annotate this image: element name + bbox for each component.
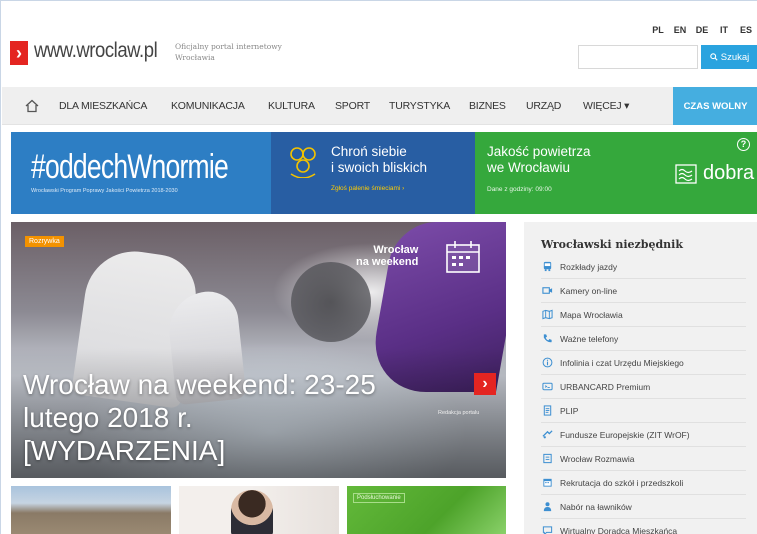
map-icon xyxy=(541,309,553,321)
phone-icon xyxy=(541,333,553,345)
nav-turystyka[interactable]: TURYSTYKA xyxy=(389,100,450,112)
people-icon xyxy=(290,147,316,178)
thumb-person-image xyxy=(231,490,273,534)
nav-wiecej[interactable]: WIĘCEJ ▾ xyxy=(583,100,629,112)
sidebar-item-label: Ważne telefony xyxy=(560,333,619,344)
weekend-label-line-1: Wrocław xyxy=(373,244,419,256)
hero-article[interactable]: Rozrywka Wrocław na weekend Wrocław na w… xyxy=(11,222,506,478)
logo-mark[interactable]: › xyxy=(10,41,28,65)
air-quality-status: dobra xyxy=(703,162,755,184)
sidebar-item-label: URBANCARD Premium xyxy=(560,381,651,392)
chat-doc-icon xyxy=(541,453,553,465)
weekend-label-line-2: na weekend xyxy=(356,256,419,268)
card-icon xyxy=(541,381,553,393)
sidebar-item-kamery[interactable]: Kamery on-line xyxy=(541,279,746,303)
sidebar-item-urbancard[interactable]: URBANCARD Premium xyxy=(541,375,746,399)
air-wave-icon xyxy=(675,164,697,184)
nav-urzad[interactable]: URZĄD xyxy=(526,100,561,112)
campaign-hashtag: #oddechWnormie xyxy=(31,148,229,186)
site-logo-text[interactable]: www.wroclaw.pl xyxy=(34,39,158,63)
category-badge[interactable]: Rozrywka xyxy=(25,236,64,247)
air-quality-panel[interactable]: Jakość powietrza we Wrocławiu Dane z god… xyxy=(475,132,757,214)
lang-pl[interactable]: PL xyxy=(647,25,669,35)
help-icon[interactable]: ? xyxy=(737,138,750,151)
next-slide-button[interactable]: › xyxy=(474,373,496,395)
sidebar-item-label: Fundusze Europejskie (ZIT WrOF) xyxy=(560,429,690,440)
sidebar-item-label: Wrocław Rozmawia xyxy=(560,453,635,464)
search-input[interactable] xyxy=(578,45,698,69)
sidebar-item-infolinia[interactable]: Infolinia i czat Urzędu Miejskiego xyxy=(541,351,746,375)
article-thumb-person[interactable] xyxy=(179,486,339,534)
main-nav: DLA MIESZKAŃCA KOMUNIKACJA KULTURA SPORT… xyxy=(2,87,757,125)
search-button[interactable]: Szukaj xyxy=(701,45,757,69)
nav-komunikacja[interactable]: KOMUNIKACJA xyxy=(171,100,245,112)
protect-title-line-1: Chroń siebie xyxy=(331,144,407,159)
campaign-panel[interactable]: #oddechWnormie Wrocławski Program Popraw… xyxy=(11,132,271,214)
page: › www.wroclaw.pl Oficjalny portal intern… xyxy=(0,0,757,534)
sidebar-item-label: Mapa Wrocławia xyxy=(560,309,623,320)
sidebar-item-label: Nabór na ławników xyxy=(560,501,632,512)
lang-it[interactable]: IT xyxy=(713,25,735,35)
air-quality-title: Jakość powietrza we Wrocławiu xyxy=(487,144,591,176)
nav-dla-mieszkanca[interactable]: DLA MIESZKAŃCA xyxy=(59,100,147,112)
sidebar-item-doradca[interactable]: Wirtualny Doradca Mieszkańca xyxy=(541,519,746,534)
sidebar-item-rekrutacja[interactable]: Rekrutacja do szkół i przedszkoli xyxy=(541,471,746,495)
bus-icon xyxy=(541,261,553,273)
sidebar-item-label: Rozkłady jazdy xyxy=(560,261,618,272)
sidebar-item-label: PLIP xyxy=(560,405,579,416)
hero-title[interactable]: Wrocław na weekend: 23-25 lutego 2018 r.… xyxy=(23,368,383,467)
protect-title: Chroń siebie i swoich bliskich xyxy=(331,144,427,176)
lang-de[interactable]: DE xyxy=(691,25,713,35)
article-thumb-city[interactable] xyxy=(11,486,171,534)
sidebar-item-label: Infolinia i czat Urzędu Miejskiego xyxy=(560,357,684,368)
language-switcher: PL EN DE IT ES xyxy=(647,25,757,35)
thumb-category-badge[interactable]: Podsłuchowanie xyxy=(353,493,405,503)
speech-icon xyxy=(541,525,553,534)
nav-kultura[interactable]: KULTURA xyxy=(268,100,315,112)
campaign-subtitle: Wrocławski Program Poprawy Jakości Powie… xyxy=(31,188,178,194)
weekend-label: Wrocław na weekend xyxy=(356,244,418,268)
sidebar-item-label: Kamery on-line xyxy=(560,285,618,296)
nav-biznes[interactable]: BIZNES xyxy=(469,100,506,112)
calendar-icon xyxy=(541,477,553,489)
sidebar: Wrocławski niezbędnik Rozkłady jazdy Kam… xyxy=(524,222,757,534)
lang-es[interactable]: ES xyxy=(735,25,757,35)
document-icon xyxy=(541,405,553,417)
air-title-line-2: we Wrocławiu xyxy=(487,160,571,175)
camera-icon xyxy=(541,285,553,297)
nav-czas-wolny[interactable]: CZAS WOLNY xyxy=(673,87,757,125)
search-button-label: Szukaj xyxy=(720,51,750,63)
nav-sport[interactable]: SPORT xyxy=(335,100,370,112)
air-data-time: Dane z godziny: 09:00 xyxy=(487,186,552,193)
sidebar-item-nabor[interactable]: Nabór na ławników xyxy=(541,495,746,519)
sidebar-item-rozmawia[interactable]: Wrocław Rozmawia xyxy=(541,447,746,471)
person-icon xyxy=(541,501,553,513)
search-icon xyxy=(709,53,718,61)
air-quality-banner: #oddechWnormie Wrocławski Program Popraw… xyxy=(11,132,757,214)
sidebar-title: Wrocławski niezbędnik xyxy=(541,238,683,251)
sidebar-item-plip[interactable]: PLIP xyxy=(541,399,746,423)
sidebar-list: Rozkłady jazdy Kamery on-line Mapa Wrocł… xyxy=(541,255,746,534)
protect-panel[interactable]: Chroń siebie i swoich bliskich Zgłoś pal… xyxy=(271,132,475,214)
info-icon xyxy=(541,357,553,369)
sidebar-item-label: Rekrutacja do szkół i przedszkoli xyxy=(560,477,684,488)
sidebar-item-mapa[interactable]: Mapa Wrocławia xyxy=(541,303,746,327)
protect-title-line-2: i swoich bliskich xyxy=(331,160,428,175)
report-burning-link[interactable]: Zgłoś palenie śmieciami › xyxy=(331,185,404,192)
air-title-line-1: Jakość powietrza xyxy=(487,144,591,159)
hero-credit: Redakcja portalu xyxy=(438,410,480,416)
home-icon[interactable] xyxy=(24,98,40,114)
sidebar-item-label: Wirtualny Doradca Mieszkańca xyxy=(560,525,678,534)
sidebar-item-fundusze[interactable]: Fundusze Europejskie (ZIT WrOF) xyxy=(541,423,746,447)
site-subtitle: Oficjalny portal internetowy Wrocławia xyxy=(175,42,282,62)
sidebar-item-telefony[interactable]: Ważne telefony xyxy=(541,327,746,351)
article-thumb-green[interactable]: Podsłuchowanie xyxy=(347,486,506,534)
hero-bg-shape xyxy=(291,262,371,342)
sidebar-item-rozklady[interactable]: Rozkłady jazdy xyxy=(541,255,746,279)
eu-icon xyxy=(541,429,553,441)
lang-en[interactable]: EN xyxy=(669,25,691,35)
calendar-icon xyxy=(446,241,480,273)
